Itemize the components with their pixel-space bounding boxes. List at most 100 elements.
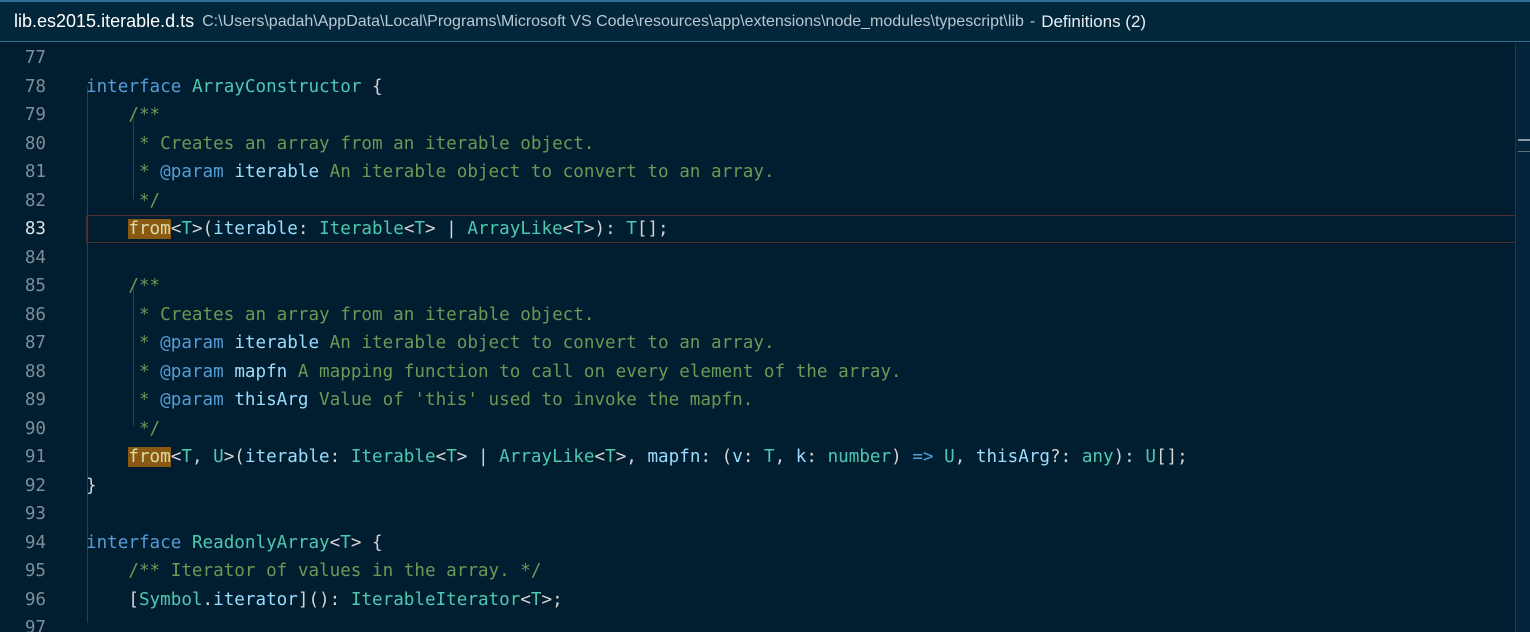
code-token: any [1081, 447, 1114, 467]
line-number: 97 [24, 618, 46, 632]
code-text: */ [86, 187, 160, 215]
code-line[interactable]: 83 from<T>(iterable: Iterable<T> | Array… [0, 215, 1516, 243]
code-line[interactable]: 92} [0, 472, 1516, 500]
code-line[interactable]: 97 [0, 614, 1516, 632]
code-token: : [297, 219, 320, 239]
code-token: , [191, 447, 214, 467]
code-line[interactable]: 88 * @param mapfn A mapping function to … [0, 358, 1516, 386]
peek-header: lib.es2015.iterable.d.ts C:\Users\padah\… [0, 0, 1530, 42]
code-token: /** [86, 105, 161, 125]
peek-file-path: C:\Users\padah\AppData\Local\Programs\Mi… [202, 12, 1024, 30]
code-token: > { [350, 532, 383, 553]
line-number: 93 [24, 504, 46, 524]
code-token: * [86, 162, 161, 182]
code-token: k [795, 447, 807, 467]
code-line[interactable]: 81 * @param iterable An iterable object … [0, 158, 1516, 186]
code-token: < [170, 219, 182, 239]
code-token: []; [636, 219, 669, 239]
code-line[interactable]: 85 /** [0, 272, 1516, 300]
code-token: < [329, 532, 341, 553]
line-number: 84 [24, 247, 46, 268]
code-token: } [86, 475, 97, 496]
line-number: 91 [24, 447, 46, 467]
scrollbar-thumb[interactable] [1518, 135, 1530, 159]
code-token: U [944, 447, 955, 467]
line-number: 78 [24, 76, 46, 97]
code-text: /** Iterator of values in the array. */ [86, 557, 541, 585]
code-line[interactable]: 86 * Creates an array from an iterable o… [0, 301, 1516, 329]
code-token: ArrayLike [467, 219, 563, 239]
code-token: * Creates an array from an iterable obje… [86, 304, 595, 325]
line-number: 81 [24, 162, 46, 182]
code-line[interactable]: 80 * Creates an array from an iterable o… [0, 130, 1516, 158]
code-token: iterable [234, 333, 320, 353]
code-token: Value of 'this' used to invoke the mapfn… [308, 390, 754, 410]
code-token: < [435, 447, 447, 467]
code-line[interactable]: 94 interface ReadonlyArray<T> { [0, 529, 1516, 557]
code-token: < [403, 219, 415, 239]
code-token: { [361, 76, 383, 97]
code-token: number [827, 447, 892, 467]
code-text: /** [86, 272, 160, 300]
code-token: mapfn [647, 447, 701, 467]
code-text: from<T>(iterable: Iterable<T> | ArrayLik… [86, 215, 669, 243]
code-line[interactable]: 77 [0, 44, 1516, 72]
code-token: @param [160, 390, 224, 410]
code-line[interactable]: 89 * @param thisArg Value of 'this' used… [0, 386, 1516, 414]
code-token: mapfn [234, 361, 288, 382]
code-line[interactable]: 78 interface ArrayConstructor { [0, 73, 1516, 101]
code-token: T [446, 447, 457, 467]
code-line[interactable]: 96 [Symbol.iterator](): IterableIterator… [0, 586, 1516, 614]
peek-code-editor[interactable]: 77 78 interface ArrayConstructor {79 /** 80… [0, 43, 1516, 632]
code-token: >, [615, 447, 648, 467]
code-token: U [213, 447, 224, 467]
code-token: >; [541, 589, 563, 610]
code-token: thisArg [975, 447, 1051, 467]
code-token: : [742, 447, 764, 467]
code-token: /** Iterator of values in the array. */ [86, 561, 542, 581]
code-token: Iterable [350, 447, 436, 467]
code-line[interactable]: 95 /** Iterator of values in the array. … [0, 557, 1516, 585]
code-line[interactable]: 91 from<T, U>(iterable: Iterable<T> | Ar… [0, 443, 1516, 471]
line-number: 86 [24, 304, 46, 325]
code-token: Symbol [138, 589, 203, 610]
line-number: 77 [24, 48, 46, 68]
code-token: /** [86, 276, 161, 296]
code-token: * [86, 333, 161, 353]
code-token: from [128, 219, 171, 239]
code-token: < [520, 589, 531, 610]
code-token: < [594, 447, 606, 467]
code-token: < [170, 447, 182, 467]
code-token: > | [425, 219, 468, 239]
line-number: 82 [24, 190, 46, 211]
code-text: interface ArrayConstructor { [86, 73, 383, 101]
code-token: from [128, 447, 171, 467]
code-token: >): [583, 219, 627, 239]
code-line[interactable]: 87 * @param iterable An iterable object … [0, 329, 1516, 357]
code-text: [Symbol.iterator](): IterableIterator<T>… [86, 586, 563, 614]
code-line[interactable]: 90 */ [0, 415, 1516, 443]
code-token: , [954, 447, 976, 467]
code-text: * Creates an array from an iterable obje… [86, 301, 594, 329]
code-token: thisArg [234, 390, 309, 410]
code-token: . [202, 589, 214, 610]
code-token: >( [191, 219, 214, 239]
code-line[interactable]: 93 [0, 500, 1516, 528]
code-line[interactable]: 79 /** [0, 101, 1516, 129]
vertical-scrollbar[interactable] [1515, 43, 1530, 632]
code-token: : ( [700, 447, 733, 467]
code-token: : [329, 447, 351, 467]
peek-definitions-count: Definitions (2) [1041, 11, 1147, 31]
code-line[interactable]: 82 */ [0, 187, 1516, 215]
line-number: 80 [24, 133, 46, 154]
code-text: /** [86, 101, 160, 129]
peek-file-name[interactable]: lib.es2015.iterable.d.ts [14, 11, 194, 32]
line-number: 95 [24, 561, 46, 581]
code-token: []; [1155, 447, 1188, 467]
code-text: interface ReadonlyArray<T> { [86, 529, 383, 557]
code-token: T [181, 447, 192, 467]
code-line[interactable]: 84 [0, 244, 1516, 272]
code-token: ReadonlyArray [191, 532, 330, 553]
